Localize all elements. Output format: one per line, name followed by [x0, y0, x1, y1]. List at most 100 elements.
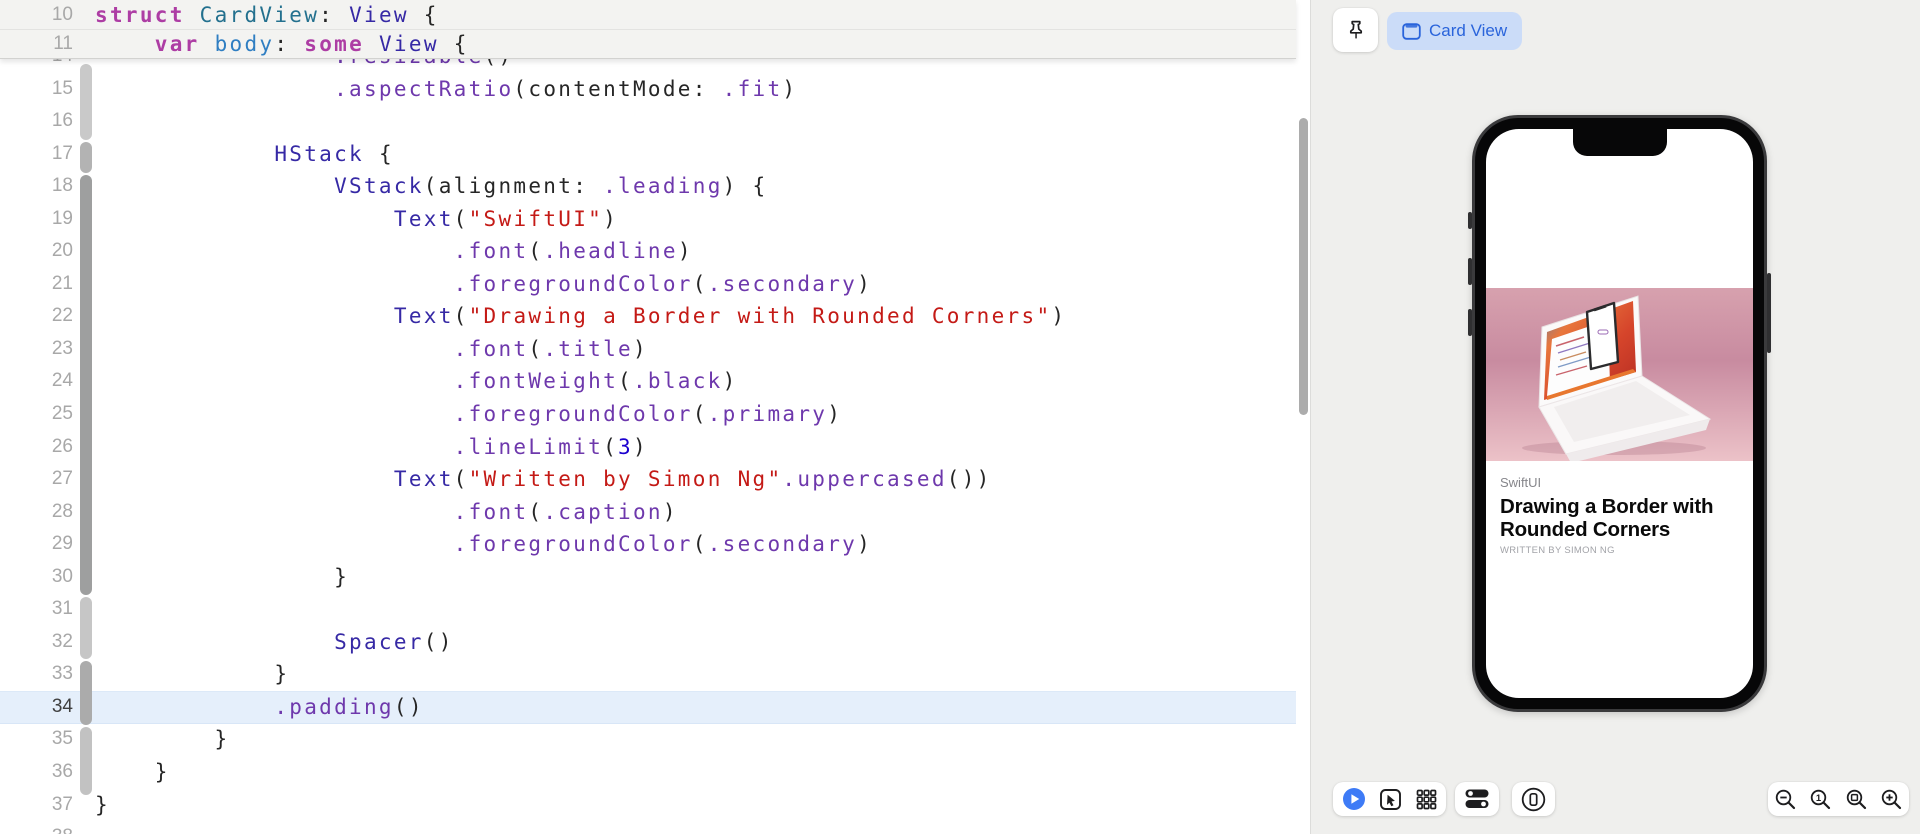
zoom-to-fit-button[interactable]: [1845, 788, 1868, 811]
line-number[interactable]: 20: [0, 235, 73, 268]
line-number[interactable]: 24: [0, 365, 73, 398]
zoom-in-button[interactable]: [1880, 788, 1903, 811]
line-number[interactable]: 30: [0, 561, 73, 594]
preview-on-device-button[interactable]: [1512, 782, 1555, 816]
line-number[interactable]: 21: [0, 268, 73, 301]
card-category: SwiftUI: [1500, 475, 1542, 490]
code-line-28[interactable]: .font(.caption): [95, 496, 1066, 529]
magnifier-plus-icon: [1881, 789, 1901, 809]
preview-target-label: Card View: [1429, 21, 1508, 40]
card-text-block: SwiftUI Drawing a Border with Rounded Co…: [1500, 475, 1741, 556]
sticky-code: var body: some View {: [154, 32, 469, 56]
code-line-23[interactable]: .font(.title): [95, 333, 1066, 366]
volume-down-button: [1468, 309, 1472, 336]
line-number[interactable]: 34: [0, 691, 73, 724]
pin-preview-button[interactable]: [1333, 8, 1378, 52]
line-number[interactable]: 33: [0, 658, 73, 691]
iphone-preview-frame: SwiftUI Drawing a Border with Rounded Co…: [1468, 115, 1771, 712]
magnifier-fit-icon: [1846, 789, 1866, 809]
line-number[interactable]: 18: [0, 170, 73, 203]
play-icon: [1342, 788, 1365, 810]
cursor-square-icon: [1379, 788, 1401, 810]
zoom-actual-size-button[interactable]: 1: [1809, 788, 1832, 811]
line-number[interactable]: 26: [0, 431, 73, 464]
line-number[interactable]: 37: [0, 789, 73, 822]
sticky-line-11[interactable]: 11 var body: some View {: [0, 29, 1296, 58]
line-number[interactable]: 23: [0, 333, 73, 366]
line-number[interactable]: 19: [0, 203, 73, 236]
device-settings-button[interactable]: [1455, 782, 1499, 816]
preview-canvas: Card View SwiftUI Drawing a Border with …: [1311, 0, 1920, 834]
line-number: 11: [53, 33, 73, 54]
sticky-declaration-header[interactable]: 10 struct CardView: View {11 var body: so…: [0, 0, 1296, 59]
sticky-code: struct CardView: View {: [95, 2, 439, 27]
change-ribbon: [80, 727, 92, 795]
code-line-21[interactable]: .foregroundColor(.secondary): [95, 268, 1066, 301]
device-circle-icon: [1521, 787, 1546, 811]
selectable-mode-button[interactable]: [1379, 788, 1402, 811]
macbook-illustration: [1522, 295, 1712, 461]
card-byline: WRITTEN BY SIMON NG: [1500, 545, 1615, 556]
zoom-toolbar: 1: [1768, 782, 1909, 816]
line-number[interactable]: 22: [0, 300, 73, 333]
code-line-27[interactable]: Text("Written by Simon Ng".uppercased()): [95, 463, 1066, 496]
line-number[interactable]: 25: [0, 398, 73, 431]
line-number: 10: [51, 3, 73, 25]
line-number[interactable]: 36: [0, 756, 73, 789]
sticky-line-10[interactable]: 10 struct CardView: View {: [0, 0, 1296, 29]
change-ribbon: [80, 142, 92, 173]
line-number[interactable]: 29: [0, 528, 73, 561]
line-number[interactable]: 28: [0, 496, 73, 529]
code-line-34[interactable]: .padding(): [95, 691, 1066, 724]
line-number[interactable]: 16: [0, 105, 73, 138]
iphone-notch: [1572, 129, 1667, 156]
code-line-17[interactable]: HStack {: [95, 138, 1066, 171]
grid-icon: [1416, 789, 1436, 809]
zoom-out-button[interactable]: [1774, 788, 1797, 811]
code-lines[interactable]: .resizable() .aspectRatio(contentMode: .…: [95, 40, 1066, 834]
code-line-19[interactable]: Text("SwiftUI"): [95, 203, 1066, 236]
volume-up-button: [1468, 258, 1472, 285]
code-line-37[interactable]: }: [95, 789, 1066, 822]
change-ribbon: [80, 661, 92, 725]
iphone-screen[interactable]: SwiftUI Drawing a Border with Rounded Co…: [1486, 129, 1753, 698]
magnifier-minus-icon: [1775, 789, 1796, 809]
change-ribbon: [80, 597, 92, 659]
change-ribbon: [80, 64, 92, 140]
line-number[interactable]: 35: [0, 723, 73, 756]
line-number[interactable]: 38: [0, 821, 73, 834]
line-number[interactable]: 27: [0, 463, 73, 496]
code-line-15[interactable]: .aspectRatio(contentMode: .fit): [95, 73, 1066, 106]
pushpin-icon: [1349, 20, 1362, 39]
variants-mode-button[interactable]: [1415, 788, 1438, 811]
code-line-29[interactable]: .foregroundColor(.secondary): [95, 528, 1066, 561]
line-number[interactable]: 17: [0, 138, 73, 171]
code-line-32[interactable]: Spacer(): [95, 626, 1066, 659]
card-title: Drawing a Border with Rounded Corners: [1500, 495, 1714, 541]
code-line-35[interactable]: }: [95, 723, 1066, 756]
code-line-36[interactable]: }: [95, 756, 1066, 789]
code-line-26[interactable]: .lineLimit(3): [95, 431, 1066, 464]
toggles-icon: [1465, 789, 1489, 808]
editor-scrollbar-thumb[interactable]: [1299, 118, 1308, 415]
code-line-20[interactable]: .font(.headline): [95, 235, 1066, 268]
preview-mode-toolbar: [1333, 782, 1446, 816]
code-line-31[interactable]: [95, 593, 1066, 626]
line-number[interactable]: 32: [0, 626, 73, 659]
code-line-18[interactable]: VStack(alignment: .leading) {: [95, 170, 1066, 203]
preview-target-chip[interactable]: Card View: [1387, 12, 1523, 50]
code-line-22[interactable]: Text("Drawing a Border with Rounded Corn…: [95, 300, 1066, 333]
card-feature-image: [1486, 288, 1753, 461]
code-line-30[interactable]: }: [95, 561, 1066, 594]
line-number[interactable]: 31: [0, 593, 73, 626]
code-line-38[interactable]: [95, 821, 1066, 834]
code-line-24[interactable]: .fontWeight(.black): [95, 365, 1066, 398]
line-number[interactable]: 15: [0, 73, 73, 106]
magnifier-one-icon: 1: [1811, 789, 1831, 809]
code-line-16[interactable]: [95, 105, 1066, 138]
live-preview-button[interactable]: [1342, 787, 1366, 811]
line-number-gutter[interactable]: 1415161718192021222324252627282930313233…: [0, 40, 73, 834]
code-line-33[interactable]: }: [95, 658, 1066, 691]
code-editor[interactable]: 1415161718192021222324252627282930313233…: [0, 0, 1311, 834]
code-line-25[interactable]: .foregroundColor(.primary): [95, 398, 1066, 431]
